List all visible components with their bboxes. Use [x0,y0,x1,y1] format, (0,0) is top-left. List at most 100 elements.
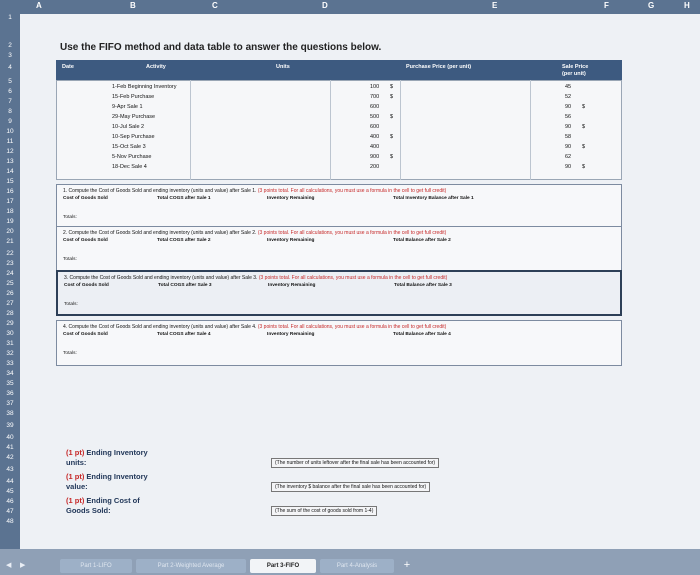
add-sheet-icon[interactable]: + [400,559,414,573]
grid-line [530,80,531,180]
row-header[interactable]: 45 [0,488,20,495]
row-header[interactable]: 21 [0,238,20,245]
row-header[interactable]: 9 [0,118,20,125]
column-b-header[interactable]: B [130,1,136,10]
row-header[interactable]: 32 [0,350,20,357]
row-header[interactable]: 47 [0,508,20,515]
column-d-header[interactable]: D [322,1,328,10]
sale-price-sub-header: (per unit) [562,71,586,77]
row-header[interactable]: 44 [0,478,20,485]
row-header[interactable]: 11 [0,138,20,145]
price-symbol-cell: $ [390,94,394,100]
grid-line [400,80,401,180]
row-header[interactable]: 22 [0,250,20,257]
row-header[interactable]: 28 [0,310,20,317]
question-block-3[interactable]: 3. Compute the Cost of Goods Sold and en… [56,270,622,316]
tab-part2-weighted-average[interactable]: Part 2-Weighted Average [136,559,246,573]
inventory-remaining-col-label: Inventory Remaining [267,238,315,243]
column-a-header[interactable]: A [36,1,42,10]
row-header[interactable]: 7 [0,98,20,105]
row-header[interactable]: 16 [0,188,20,195]
total-balance-col-label: Total Balance after Sale 4 [393,332,451,337]
row-header[interactable]: 6 [0,88,20,95]
total-cogs-col-label: Total COGS after Sale 2 [157,238,211,243]
tab-part3-fifo[interactable]: Part 3-FIFO [250,559,316,573]
units-cell: 200 [370,164,380,170]
row-header[interactable]: 20 [0,228,20,235]
inventory-remaining-col-label: Inventory Remaining [267,196,315,201]
row-header[interactable]: 18 [0,208,20,215]
row-header[interactable]: 35 [0,380,20,387]
answer-units-label: (1 pt) Ending Inventory units: [66,448,148,467]
row-header[interactable]: 8 [0,108,20,115]
row-header[interactable]: 26 [0,290,20,297]
answer-cogs-label: (1 pt) Ending Cost of Goods Sold: [66,496,140,515]
units-cell: 900 [370,154,380,160]
row-header[interactable]: 3 [0,52,20,59]
question-text: 4. Compute the Cost of Goods Sold and en… [63,324,447,330]
column-f-header[interactable]: F [604,1,609,10]
row-header[interactable]: 23 [0,260,20,267]
row-header[interactable]: 40 [0,434,20,441]
row-header[interactable]: 4 [0,64,20,71]
price-symbol-cell: $ [390,84,394,90]
question-block-4[interactable]: 4. Compute the Cost of Goods Sold and en… [56,320,622,366]
row-header[interactable]: 17 [0,198,20,205]
sheet-title: Use the FIFO method and data table to an… [60,42,382,53]
row-header[interactable]: 15 [0,178,20,185]
total-cogs-col-label: Total COGS after Sale 3 [158,283,212,288]
tab-part4-analysis[interactable]: Part 4-Analysis [320,559,394,573]
answer-value-hint[interactable]: (The inventory $ balance after the final… [271,482,431,492]
units-cell: 400 [370,134,380,140]
answer-section: (1 pt) Ending Inventory units: (The numb… [56,444,622,534]
totals-label: Totals: [63,215,77,220]
tab-scroll-left-icon[interactable]: ◀ [6,561,11,569]
column-g-header[interactable]: G [648,1,654,10]
row-header[interactable]: 24 [0,270,20,277]
column-e-header[interactable]: E [492,1,497,10]
row-header[interactable]: 29 [0,320,20,327]
activity-cell: 10-Sep Purchase [112,134,155,140]
row-header[interactable]: 39 [0,422,20,429]
row-header[interactable]: 25 [0,280,20,287]
row-header[interactable]: 43 [0,466,20,473]
row-header[interactable]: 31 [0,340,20,347]
row-header[interactable]: 42 [0,454,20,461]
row-header[interactable]: 10 [0,128,20,135]
row-header[interactable]: 37 [0,400,20,407]
column-h-header[interactable]: H [684,1,690,10]
row-header[interactable]: 1 [0,14,20,21]
column-c-header[interactable]: C [212,1,218,10]
question-block-2[interactable]: 2. Compute the Cost of Goods Sold and en… [56,226,622,272]
activity-cell: 9-Apr Sale 1 [112,104,143,110]
row-header[interactable]: 38 [0,410,20,417]
price-symbol-cell: $ [390,134,394,140]
sale-price-symbol-cell: $ [582,124,586,130]
row-header[interactable]: 46 [0,498,20,505]
sheet-tab-bar: ◀ ▶ Part 1-LIFO Part 2-Weighted Average … [0,549,700,575]
row-header[interactable]: 13 [0,158,20,165]
inventory-remaining-col-label: Inventory Remaining [268,283,316,288]
tab-part1-lifo[interactable]: Part 1-LIFO [60,559,132,573]
total-cogs-col-label: Total COGS after Sale 1 [157,196,211,201]
totals-label: Totals: [63,257,77,262]
row-header[interactable]: 12 [0,148,20,155]
row-header[interactable]: 30 [0,330,20,337]
price-value-cell: 90 [565,104,572,110]
row-header[interactable]: 27 [0,300,20,307]
row-header[interactable]: 34 [0,370,20,377]
row-header[interactable]: 41 [0,444,20,451]
row-header[interactable]: 36 [0,390,20,397]
totals-label: Totals: [63,351,77,356]
row-header[interactable]: 2 [0,42,20,49]
row-header[interactable]: 19 [0,218,20,225]
answer-units-hint[interactable]: (The number of units leftover after the … [271,458,440,468]
question-block-1[interactable]: 1. Compute the Cost of Goods Sold and en… [56,184,622,230]
row-header[interactable]: 14 [0,168,20,175]
total-cogs-col-label: Total COGS after Sale 4 [157,332,211,337]
tab-scroll-right-icon[interactable]: ▶ [20,561,25,569]
row-header[interactable]: 5 [0,78,20,85]
row-header[interactable]: 33 [0,360,20,367]
answer-cogs-hint[interactable]: (The sum of the cost of goods sold from … [271,506,378,516]
row-header[interactable]: 48 [0,518,20,525]
